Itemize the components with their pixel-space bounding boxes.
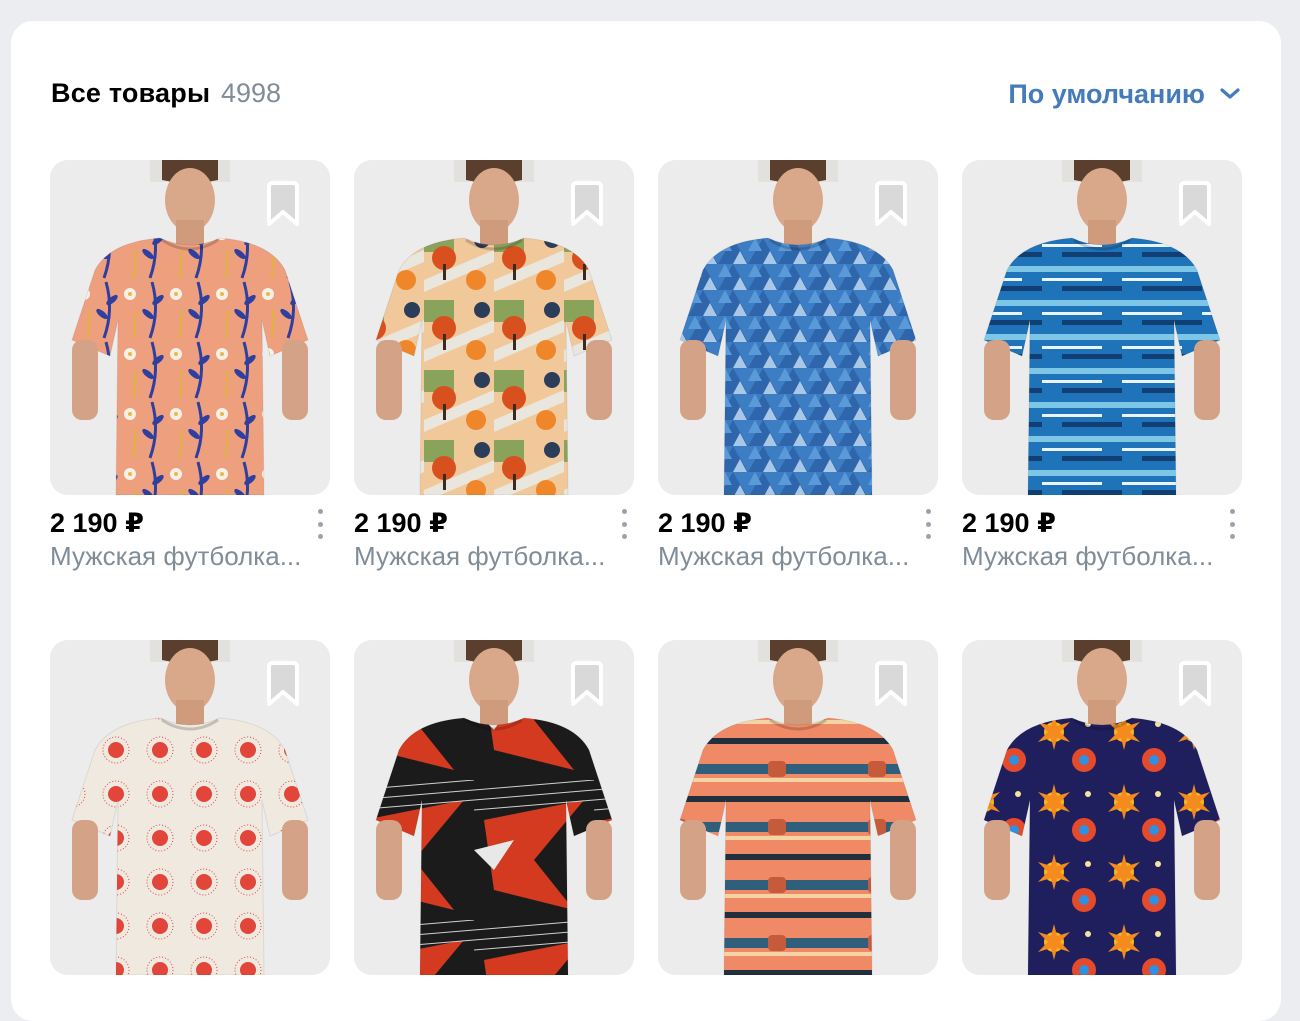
products-panel: Все товары 4998 По умолчанию 2 190 ₽ Мужс…	[11, 21, 1281, 1021]
bookmark-icon[interactable]	[260, 658, 306, 710]
product-price: 2 190 ₽	[354, 508, 448, 538]
product-image[interactable]	[658, 640, 938, 975]
product-card[interactable]: 2 190 ₽ Мужская футболка...	[962, 160, 1242, 571]
sort-label: По умолчанию	[1008, 78, 1205, 109]
product-card[interactable]	[658, 640, 938, 975]
products-header: Все товары 4998 По умолчанию	[51, 76, 1241, 116]
more-options-icon[interactable]	[918, 509, 938, 539]
more-options-icon[interactable]	[614, 509, 634, 539]
product-image[interactable]	[50, 640, 330, 975]
more-options-icon[interactable]	[1222, 509, 1242, 539]
product-name[interactable]: Мужская футболка...	[658, 541, 938, 572]
bookmark-icon[interactable]	[1172, 178, 1218, 230]
product-image[interactable]	[658, 160, 938, 495]
more-options-icon[interactable]	[310, 509, 330, 539]
bookmark-icon[interactable]	[1172, 658, 1218, 710]
product-name[interactable]: Мужская футболка...	[962, 541, 1242, 572]
product-image[interactable]	[50, 160, 330, 495]
section-title: Все товары	[51, 78, 211, 108]
product-price: 2 190 ₽	[962, 508, 1056, 538]
product-card[interactable]	[962, 640, 1242, 975]
product-image[interactable]	[962, 160, 1242, 495]
product-name[interactable]: Мужская футболка...	[50, 541, 330, 572]
bookmark-icon[interactable]	[868, 658, 914, 710]
product-name[interactable]: Мужская футболка...	[354, 541, 634, 572]
sort-dropdown[interactable]: По умолчанию	[1008, 76, 1241, 112]
chevron-down-icon	[1220, 88, 1240, 99]
bookmark-icon[interactable]	[260, 178, 306, 230]
product-card[interactable]	[354, 640, 634, 975]
product-card[interactable]: 2 190 ₽ Мужская футболка...	[658, 160, 938, 571]
product-price: 2 190 ₽	[50, 508, 144, 538]
product-price: 2 190 ₽	[658, 508, 752, 538]
bookmark-icon[interactable]	[564, 178, 610, 230]
product-image[interactable]	[354, 160, 634, 495]
products-count: 4998	[221, 78, 282, 108]
product-card[interactable]: 2 190 ₽ Мужская футболка...	[50, 160, 330, 571]
product-image[interactable]	[354, 640, 634, 975]
bookmark-icon[interactable]	[564, 658, 610, 710]
product-card[interactable]: 2 190 ₽ Мужская футболка...	[354, 160, 634, 571]
product-image[interactable]	[962, 640, 1242, 975]
bookmark-icon[interactable]	[868, 178, 914, 230]
product-card[interactable]	[50, 640, 330, 975]
